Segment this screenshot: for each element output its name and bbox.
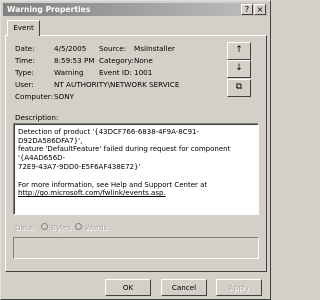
ok-button[interactable]: OK: [105, 279, 151, 296]
description-text: Detection of product '{43DCF766-6838-4F9…: [18, 128, 254, 172]
source-value: MsiInstaller: [134, 44, 175, 53]
copy-icon: ⧉: [235, 82, 243, 92]
close-button[interactable]: ×: [254, 4, 266, 15]
help-button[interactable]: ?: [241, 4, 253, 15]
user-label: User:: [15, 80, 34, 89]
data-label: Data:: [15, 223, 35, 232]
help-info-sentence: For more information, see Help and Suppo…: [18, 180, 208, 189]
category-label: Category:: [99, 56, 134, 65]
arrow-up-icon: ↑: [235, 45, 243, 55]
cancel-button-label: Cancel: [171, 283, 197, 292]
cancel-button[interactable]: Cancel: [161, 279, 207, 296]
help-info-text: For more information, see Help and Suppo…: [18, 181, 254, 198]
user-value: NT AUTHORITY\NETWORK SERVICE: [54, 80, 180, 89]
computer-value: SONY: [54, 92, 74, 101]
date-value: 4/5/2005: [54, 44, 87, 53]
apply-button[interactable]: Apply: [216, 279, 262, 296]
data-textbox: [13, 237, 259, 259]
description-line-1: Detection of product '{43DCF766-6838-4F9…: [18, 128, 200, 145]
description-line-3: 72E9-43A7-9DD0-E5F6AF438E72}': [18, 162, 141, 171]
tab-event-label: Event: [13, 23, 34, 32]
type-value: Warning: [54, 68, 84, 77]
description-textbox[interactable]: Detection of product '{43DCF766-6838-4F9…: [13, 123, 259, 215]
event-id-label: Event ID:: [99, 68, 132, 77]
description-label: Description:: [15, 113, 59, 122]
next-event-button[interactable]: ↓: [227, 60, 251, 78]
close-icon: ×: [256, 5, 264, 14]
ok-button-label: OK: [122, 283, 134, 292]
date-label: Date:: [15, 44, 35, 53]
time-label: Time:: [15, 56, 36, 65]
source-label: Source:: [99, 44, 127, 53]
previous-event-button[interactable]: ↑: [227, 42, 251, 60]
event-id-value: 1001: [134, 68, 153, 77]
window-title: Warning Properties: [7, 5, 91, 14]
description-line-2: feature 'DefaultFeature' failed during r…: [18, 145, 231, 163]
apply-button-label: Apply: [228, 283, 250, 292]
words-radio-label: Words: [85, 223, 108, 232]
properties-window: Warning Properties ? × Event Date: 4/5/2…: [0, 0, 271, 300]
computer-label: Computer:: [15, 92, 54, 101]
bytes-radio-label: Bytes: [51, 223, 72, 232]
words-radio[interactable]: [75, 223, 82, 230]
arrow-down-icon: ↓: [235, 63, 243, 73]
tab-event[interactable]: Event: [7, 20, 40, 36]
help-icon: ?: [244, 5, 250, 14]
help-link[interactable]: http://go.microsoft.com/fwlink/events.as…: [18, 189, 166, 197]
bytes-radio[interactable]: [41, 223, 48, 230]
type-label: Type:: [15, 68, 34, 77]
time-value: 8:59:53 PM: [54, 56, 95, 65]
title-bar[interactable]: Warning Properties ? ×: [3, 3, 268, 16]
category-value: None: [134, 56, 153, 65]
copy-event-button[interactable]: ⧉: [227, 79, 251, 97]
